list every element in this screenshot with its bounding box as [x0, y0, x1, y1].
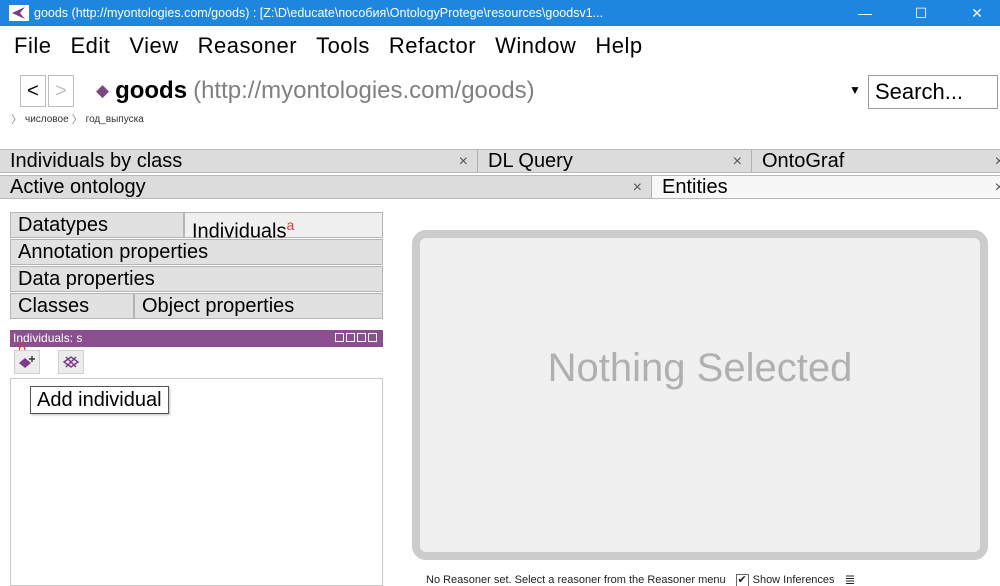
menu-file[interactable]: File [14, 33, 51, 59]
individuals-view-header: Individuals: s [10, 330, 383, 347]
ontology-name: goods [115, 77, 188, 104]
tab-label: OntoGraf [762, 150, 845, 172]
tab-strip-lower: Active ontology × Entities × [0, 175, 1000, 199]
menu-edit[interactable]: Edit [70, 33, 110, 59]
close-tab-icon[interactable]: × [995, 176, 1000, 199]
delete-individual-button[interactable] [58, 350, 84, 374]
maximize-view-icon[interactable] [357, 333, 366, 342]
forward-button[interactable]: > [48, 75, 74, 107]
breadcrumb-item[interactable]: числовое [25, 114, 69, 125]
tab-ontograf[interactable]: OntoGraf × [752, 150, 1000, 172]
menu-bar: File Edit View Reasoner Tools Refactor W… [0, 26, 1000, 66]
search-button[interactable]: Search... [868, 75, 998, 109]
nothing-selected-label: Nothing Selected [547, 346, 853, 390]
tab-strip-upper: Individuals by class × DL Query × OntoGr… [0, 149, 1000, 173]
view-controls [335, 333, 377, 342]
ontology-diamond-icon: ◆ [96, 81, 110, 100]
protege-app-icon [8, 4, 30, 22]
menu-tools[interactable]: Tools [316, 33, 370, 59]
add-individual-button[interactable] [14, 350, 40, 374]
tab-label: Active ontology [10, 176, 146, 198]
entity-tab-individuals[interactable]: Individualsa [184, 212, 383, 243]
menu-reasoner[interactable]: Reasoner [198, 33, 297, 59]
entity-tab-data-properties[interactable]: Data properties [10, 266, 383, 292]
tab-label: Entities [662, 176, 728, 198]
tab-individuals-by-class[interactable]: Individuals by class × [0, 150, 476, 172]
split-horizontal-icon[interactable] [346, 333, 355, 342]
title-bar: goods (http://myontologies.com/goods) : … [0, 0, 1000, 26]
list-options-icon[interactable]: ≣ [845, 572, 856, 586]
entity-tab-datatypes[interactable]: Datatypes [10, 212, 184, 238]
close-view-icon[interactable] [368, 333, 377, 342]
ontology-iri: (http://myontologies.com/goods) [193, 77, 535, 104]
entity-tab-annotation-properties[interactable]: Annotation properties [10, 239, 383, 265]
breadcrumb-chevron-icon: 〉 [71, 114, 83, 126]
tab-entities[interactable]: Entities × [652, 176, 1000, 198]
active-ontology-address: ◆ goods (http://myontologies.com/goods) [96, 77, 535, 105]
delete-individual-icon [62, 356, 80, 368]
tab-label: Individuals by class [10, 150, 183, 172]
breadcrumb: 〉 числовое 〉 год_выпуска [8, 111, 144, 127]
entity-description-panel: Nothing Selected [412, 230, 988, 560]
maximize-button[interactable]: ☐ [898, 0, 944, 26]
close-tab-icon[interactable]: × [459, 150, 468, 173]
menu-refactor[interactable]: Refactor [389, 33, 476, 59]
add-individual-icon [19, 356, 35, 368]
close-tab-icon[interactable]: × [633, 176, 642, 199]
menu-window[interactable]: Window [495, 33, 576, 59]
reasoner-status-text: No Reasoner set. Select a reasoner from … [426, 574, 726, 586]
entity-tab-object-properties[interactable]: Object properties [134, 293, 383, 319]
close-tab-icon[interactable]: × [995, 150, 1000, 173]
show-inferences-label: Show Inferences [752, 574, 835, 586]
breadcrumb-item[interactable]: год_выпуска [86, 114, 144, 125]
tab-label: DL Query [488, 150, 573, 172]
minimize-button[interactable]: — [842, 0, 888, 26]
show-inferences-checkbox[interactable]: ✔ [735, 573, 749, 586]
tab-active-ontology[interactable]: Active ontology × [0, 176, 650, 198]
tab-dl-query[interactable]: DL Query × [478, 150, 750, 172]
history-dropdown-icon[interactable]: ▼ [849, 83, 861, 97]
close-tab-icon[interactable]: × [733, 150, 742, 173]
window-title: goods (http://myontologies.com/goods) : … [34, 6, 604, 20]
breadcrumb-chevron-icon: 〉 [11, 114, 22, 126]
back-button[interactable]: < [20, 75, 46, 107]
status-bar: No Reasoner set. Select a reasoner from … [426, 572, 855, 586]
close-window-button[interactable]: ✕ [954, 0, 1000, 26]
split-vertical-icon[interactable] [335, 333, 344, 342]
annotation-marker: a [286, 217, 295, 233]
menu-help[interactable]: Help [595, 33, 642, 59]
entity-tab-classes[interactable]: Classes [10, 293, 134, 319]
add-individual-tooltip: Add individual [30, 386, 169, 414]
menu-view[interactable]: View [129, 33, 178, 59]
